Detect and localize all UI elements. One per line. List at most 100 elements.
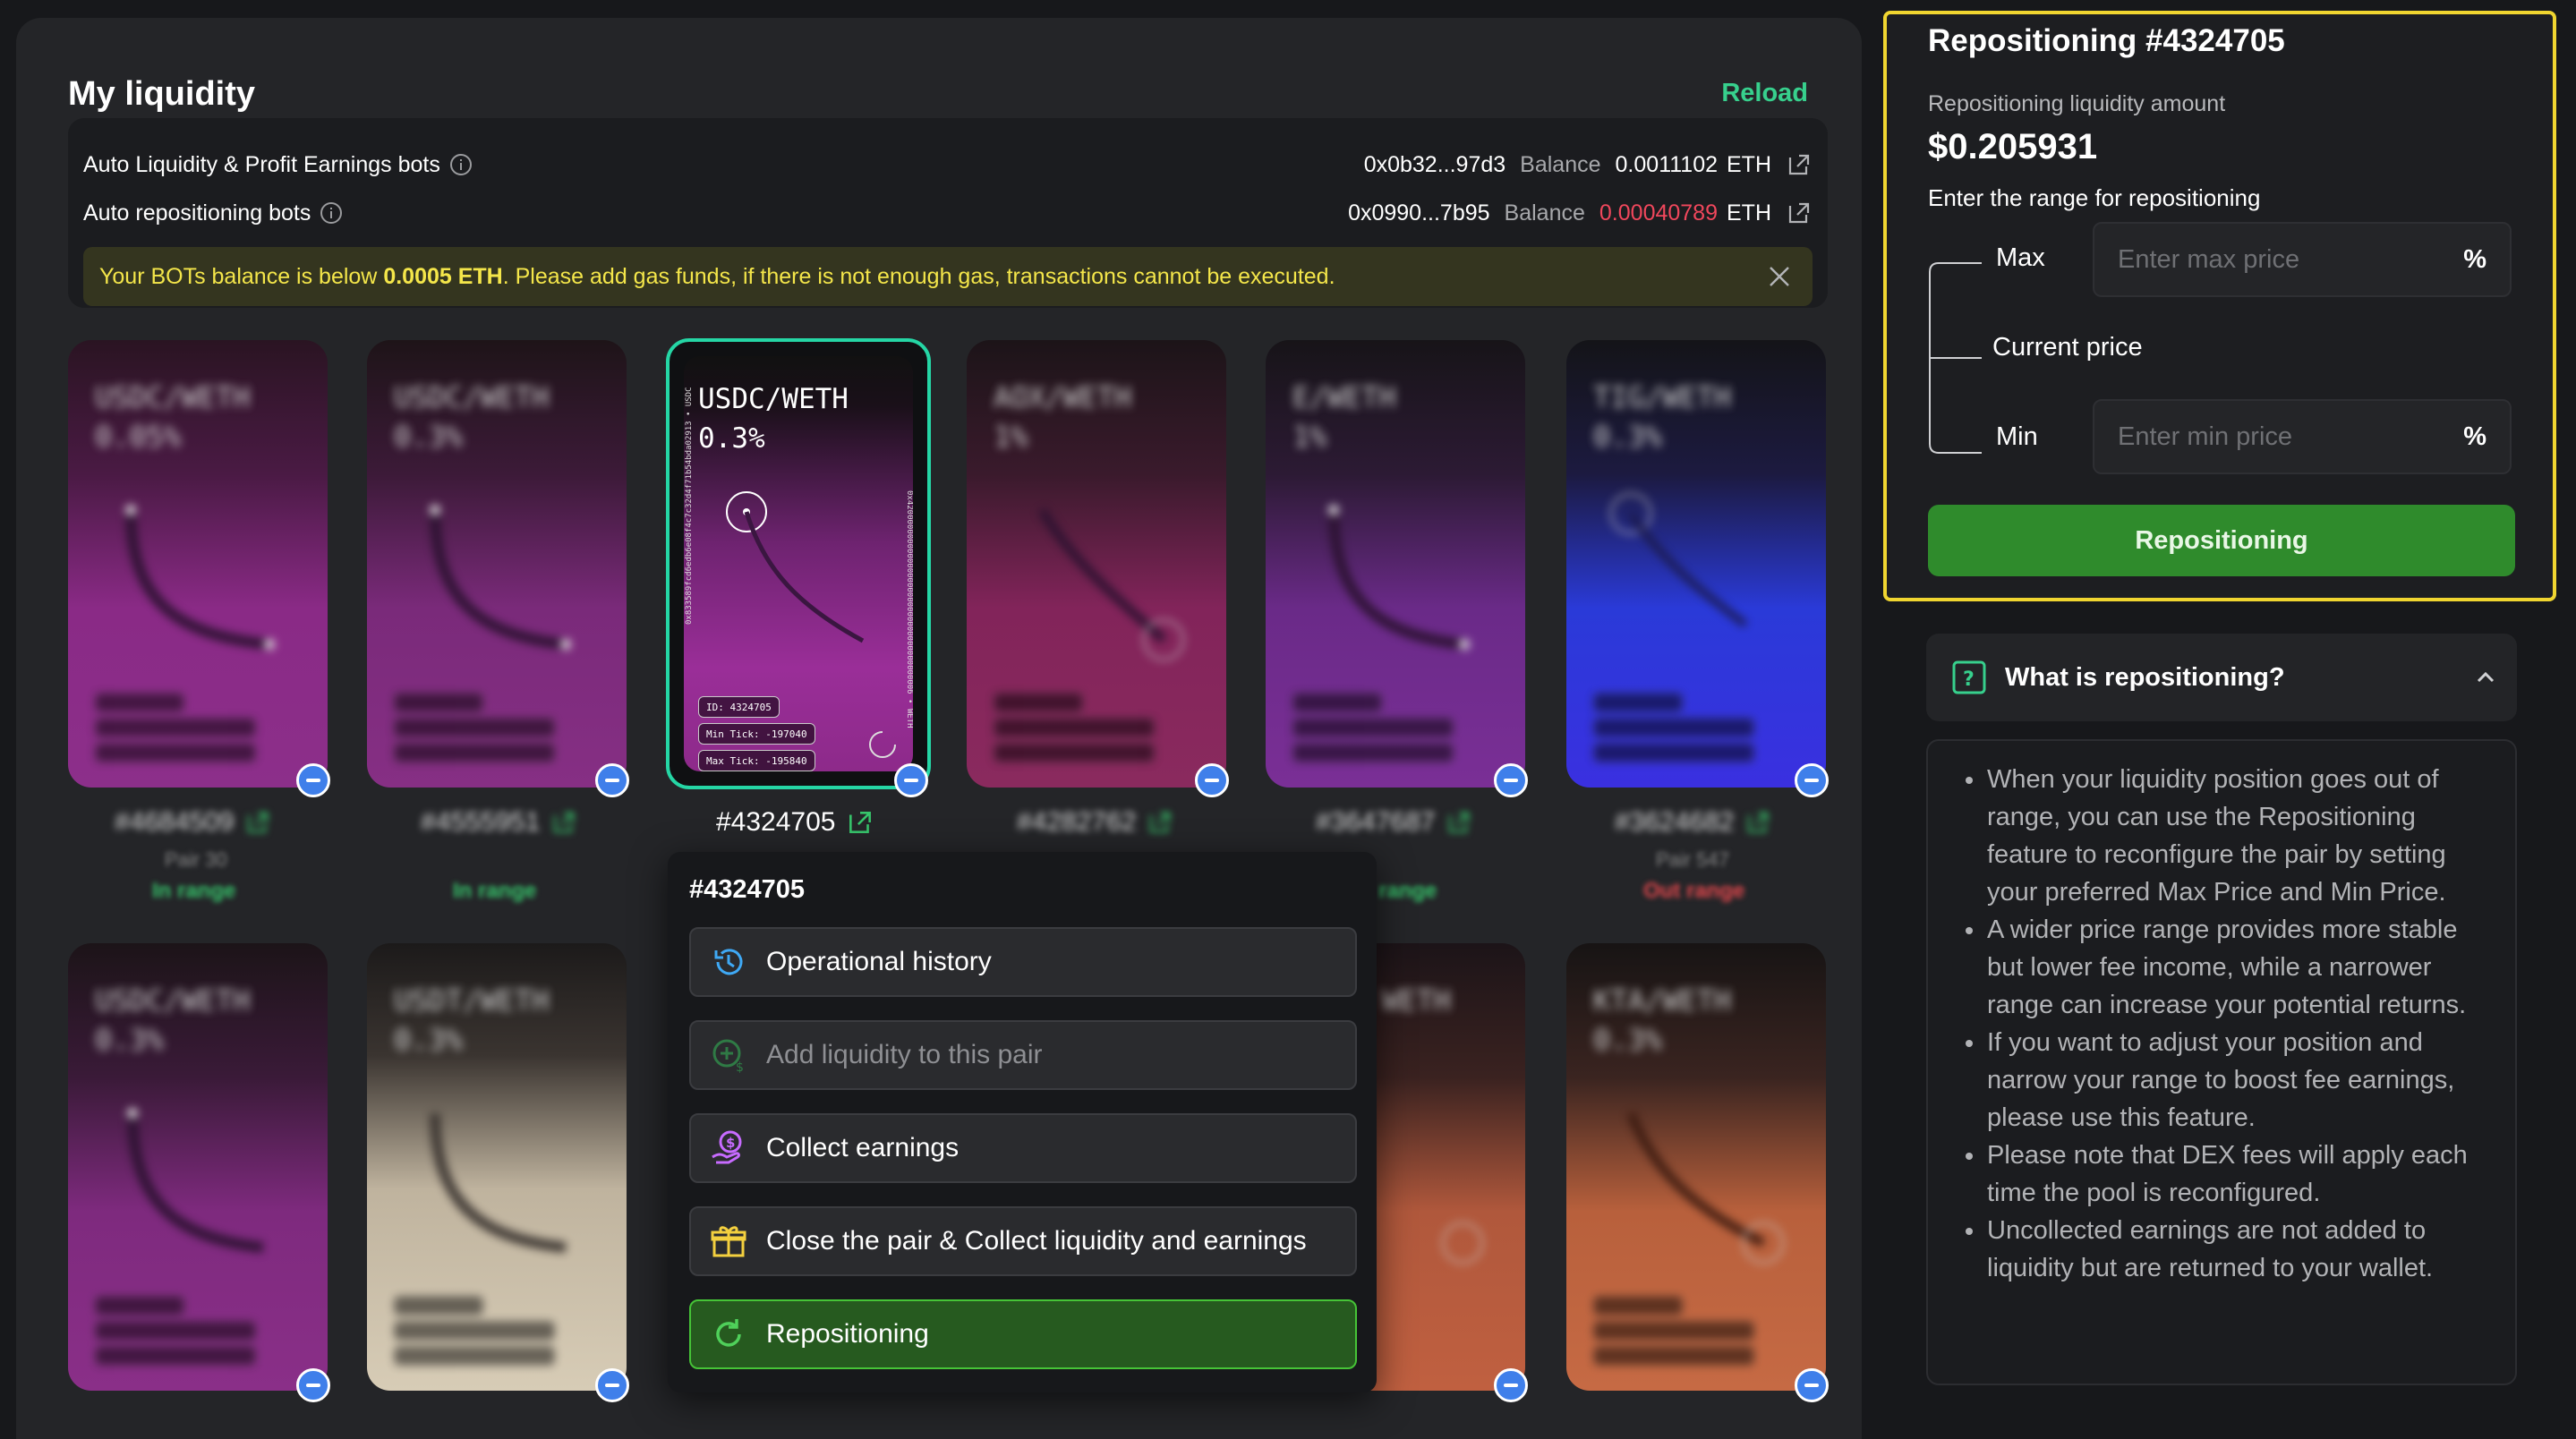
card-id[interactable]: #3647687 bbox=[1316, 807, 1472, 838]
refresh-icon bbox=[716, 1319, 741, 1347]
add-liquidity-icon: $ bbox=[712, 1039, 744, 1075]
faq-item: A wider price range provides more stable… bbox=[1964, 911, 2490, 1024]
history-icon bbox=[714, 949, 743, 975]
external-link-icon bbox=[1748, 812, 1769, 833]
low-balance-warning: Your BOTs balance is below 0.0005 ETH. P… bbox=[83, 247, 1813, 306]
remove-icon[interactable] bbox=[595, 763, 629, 797]
card-id[interactable]: #4555951 bbox=[421, 807, 577, 838]
range-status: In range bbox=[152, 879, 236, 903]
gift-box-icon bbox=[711, 1226, 746, 1257]
remove-icon[interactable] bbox=[1195, 763, 1229, 797]
min-price-field: % bbox=[2093, 399, 2512, 474]
svg-text:?: ? bbox=[1963, 668, 1975, 691]
menu-item-operational-history[interactable]: Operational history bbox=[689, 927, 1357, 997]
menu-item-label: Repositioning bbox=[766, 1319, 929, 1349]
remove-icon[interactable] bbox=[1494, 1368, 1528, 1402]
range-bracket-icon bbox=[1929, 262, 1982, 454]
faq-item: Uncollected earnings are not added to li… bbox=[1964, 1212, 2490, 1287]
external-link-icon[interactable] bbox=[1786, 151, 1813, 178]
external-link-icon[interactable] bbox=[1786, 200, 1813, 226]
balance-value-low: 0.00040789 bbox=[1599, 200, 1718, 226]
external-link-icon bbox=[554, 812, 575, 833]
info-icon[interactable] bbox=[320, 201, 343, 225]
card-id[interactable]: #3624682 bbox=[1615, 807, 1771, 838]
menu-item-collect-earnings[interactable]: $ Collect earnings bbox=[689, 1113, 1357, 1183]
position-card[interactable]: USDC/WETH 0.3% bbox=[68, 943, 328, 1391]
panel-title: Repositioning #4324705 bbox=[1928, 23, 2285, 58]
position-card[interactable]: USDC/WETH 0.05% bbox=[68, 340, 328, 788]
card-id[interactable]: #4324705 bbox=[716, 807, 874, 838]
menu-title: #4324705 bbox=[689, 875, 806, 904]
card-id[interactable]: #4282762 bbox=[1017, 807, 1173, 838]
menu-item-repositioning[interactable]: Repositioning bbox=[689, 1299, 1357, 1369]
svg-text:0x4200000000000000000000000000: 0x42000000000000000000000000000000000000… bbox=[905, 490, 913, 728]
remove-icon[interactable] bbox=[296, 763, 330, 797]
remove-icon[interactable] bbox=[595, 1368, 629, 1402]
position-card[interactable]: USDC/WETH 0.3% bbox=[367, 340, 627, 788]
repositioning-button[interactable]: Repositioning bbox=[1928, 505, 2515, 576]
current-price-label: Current price bbox=[1992, 333, 2143, 362]
position-card[interactable]: USDT/WETH 0.3% bbox=[367, 943, 627, 1391]
repositioning-panel: Repositioning #4324705 Repositioning liq… bbox=[1883, 11, 2556, 601]
balance-label: Balance bbox=[1520, 151, 1601, 177]
remove-icon[interactable] bbox=[1795, 763, 1829, 797]
percent-unit: % bbox=[2463, 244, 2486, 274]
bot-label: Auto Liquidity & Profit Earnings bots bbox=[83, 151, 440, 177]
question-icon: ? bbox=[1952, 660, 1986, 694]
max-label: Max bbox=[1996, 243, 2045, 272]
card-id[interactable]: #4684509 bbox=[115, 807, 271, 838]
menu-item-label: Add liquidity to this pair bbox=[766, 1040, 1043, 1069]
svg-text:$: $ bbox=[736, 1060, 744, 1075]
bot-row-repositioning: Auto repositioning bots 0x0990...7b95 Ba… bbox=[83, 195, 1813, 231]
faq-item: When your liquidity position goes out of… bbox=[1964, 761, 2490, 911]
position-card[interactable]: TIG/WETH 0.3% bbox=[1566, 340, 1826, 788]
warning-threshold: 0.0005 ETH bbox=[383, 263, 503, 289]
position-card-selected[interactable]: USDC/WETH 0.3% 0x833589fcd6edb6e08f4c7c32… bbox=[666, 338, 931, 789]
range-status: Out range bbox=[1643, 879, 1745, 903]
remove-icon[interactable] bbox=[894, 763, 928, 797]
range-label: Enter the range for repositioning bbox=[1928, 184, 2261, 211]
collect-earnings-icon: $ bbox=[712, 1130, 742, 1164]
page-title: My liquidity bbox=[68, 75, 255, 113]
position-card[interactable]: AOX/WETH 1% bbox=[967, 340, 1226, 788]
faq-list: When your liquidity position goes out of… bbox=[1964, 761, 2490, 1287]
chevron-up-icon bbox=[2477, 671, 2495, 683]
reload-button[interactable]: Reload bbox=[1721, 79, 1808, 108]
remove-icon[interactable] bbox=[1494, 763, 1528, 797]
amount-value: $0.205931 bbox=[1928, 127, 2098, 166]
bot-label: Auto repositioning bots bbox=[83, 200, 311, 226]
card-tag-min: Min Tick: -197040 bbox=[698, 723, 815, 745]
remove-icon[interactable] bbox=[296, 1368, 330, 1402]
external-link-icon bbox=[248, 812, 269, 833]
menu-item-close-pair[interactable]: Close the pair & Collect liquidity and e… bbox=[689, 1206, 1357, 1276]
balance-unit: ETH bbox=[1727, 200, 1771, 226]
range-status: In range bbox=[453, 879, 537, 903]
balance-unit: ETH bbox=[1727, 151, 1771, 177]
faq-title: What is repositioning? bbox=[2005, 662, 2285, 692]
bot-address: 0x0b32...97d3 bbox=[1363, 151, 1506, 177]
position-actions-menu: #4324705 Operational history $ Add liqui… bbox=[668, 852, 1377, 1392]
percent-unit: % bbox=[2463, 421, 2486, 451]
min-label: Min bbox=[1996, 422, 2038, 451]
max-price-input[interactable] bbox=[2118, 244, 2464, 275]
card-tag-max: Max Tick: -195840 bbox=[698, 750, 815, 771]
faq-toggle[interactable]: ? What is repositioning? bbox=[1926, 634, 2517, 721]
card-pair-number: Pair 547 bbox=[1656, 848, 1729, 871]
menu-item-add-liquidity[interactable]: $ Add liquidity to this pair bbox=[689, 1020, 1357, 1090]
balance-label: Balance bbox=[1504, 200, 1585, 226]
min-price-input[interactable] bbox=[2118, 421, 2464, 452]
info-icon[interactable] bbox=[449, 153, 473, 176]
faq-item: If you want to adjust your position and … bbox=[1964, 1024, 2490, 1137]
position-card[interactable]: KTA/WETH 0.3% bbox=[1566, 943, 1826, 1391]
faq-content: When your liquidity position goes out of… bbox=[1926, 739, 2517, 1385]
range-status: range bbox=[1378, 879, 1437, 903]
bots-box: Auto Liquidity & Profit Earnings bots 0x… bbox=[68, 118, 1828, 308]
svg-text:$: $ bbox=[726, 1135, 735, 1151]
menu-item-label: Close the pair & Collect liquidity and e… bbox=[766, 1226, 1307, 1256]
card-pair-number: Pair 30 bbox=[165, 848, 227, 871]
menu-item-label: Collect earnings bbox=[766, 1133, 960, 1162]
position-card[interactable]: E/WETH 1% bbox=[1266, 340, 1525, 788]
close-icon[interactable] bbox=[1766, 263, 1793, 290]
menu-item-label: Operational history bbox=[766, 947, 992, 976]
remove-icon[interactable] bbox=[1795, 1368, 1829, 1402]
